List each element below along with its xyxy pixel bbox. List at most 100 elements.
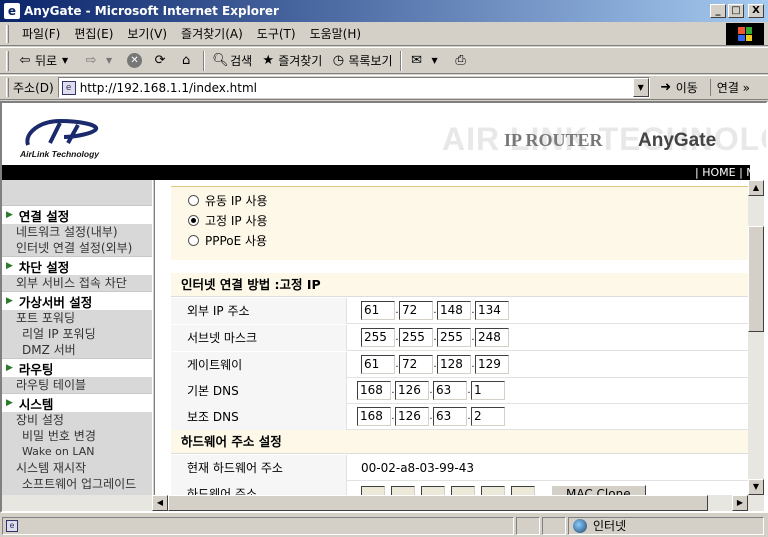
nav-horizontal-scrollbar[interactable]	[2, 495, 152, 511]
radio-static-ip[interactable]: 고정 IP 사용	[188, 210, 748, 230]
scroll-up-icon[interactable]: ▲	[748, 180, 764, 196]
back-button[interactable]: ⇦ 뒤로 ▼	[13, 50, 79, 72]
menu-bar: 파일(F) 편집(E) 보기(V) 즐겨찾기(A) 도구(T) 도움말(H)	[0, 22, 768, 46]
address-label: 주소(D)	[13, 81, 54, 95]
ip-octet-input[interactable]: 128	[437, 355, 471, 374]
go-button[interactable]: ➜ 이동	[658, 79, 698, 96]
home-button[interactable]: ⌂	[174, 50, 200, 72]
maximize-button[interactable]: □	[728, 4, 744, 18]
back-arrow-icon: ⇦	[19, 52, 31, 68]
scroll-right-icon[interactable]: ▶	[732, 495, 748, 511]
row-primary-dns: 기본 DNS 168. 126. 63. 1	[171, 377, 748, 404]
stop-button[interactable]: ✕	[123, 50, 148, 72]
ip-octet-input[interactable]: 63	[433, 381, 467, 400]
ip-octet-input[interactable]: 168	[357, 407, 391, 426]
nav-item-upgrade[interactable]: 소프트웨어 업그레이드	[2, 476, 152, 492]
menu-edit[interactable]: 편집(E)	[67, 25, 120, 42]
main-content: 유동 IP 사용 고정 IP 사용 PPPoE 사용 인터넷 연결 방법 :고정…	[155, 180, 748, 511]
top-links[interactable]: | HOME | MA	[695, 165, 763, 180]
ip-octet-input[interactable]: 72	[399, 355, 433, 374]
nav-item-service-block[interactable]: 외부 서비스 접속 차단	[2, 275, 152, 291]
row-label: 외부 IP 주소	[171, 297, 347, 324]
windows-logo	[726, 23, 764, 45]
history-button[interactable]: ◷ 목록보기	[326, 50, 396, 72]
ip-octet-input[interactable]: 1	[471, 381, 505, 400]
triangle-right-icon: ▶	[6, 210, 13, 220]
triangle-right-icon: ▶	[6, 398, 13, 408]
banner-product: IP ROUTER	[504, 130, 603, 150]
ip-octet-input[interactable]: 61	[361, 301, 395, 320]
row-current-hw-address: 현재 하드웨어 주소 00-02-a8-03-99-43	[171, 454, 748, 481]
window-title: AnyGate - Microsoft Internet Explorer	[24, 4, 279, 18]
toolbar-grip[interactable]	[6, 50, 9, 71]
ip-octet-input[interactable]: 126	[395, 381, 429, 400]
airlink-logo[interactable]: AirLink Technology	[20, 115, 130, 161]
radio-dynamic[interactable]	[188, 194, 199, 206]
ip-octet-input[interactable]: 61	[361, 355, 395, 374]
nav-item-restart[interactable]: 시스템 재시작	[2, 460, 152, 476]
mail-button[interactable]: ✉ ▼	[405, 50, 449, 72]
nav-item-device-settings[interactable]: 장비 설정	[2, 412, 152, 428]
ip-octet-input[interactable]: 148	[437, 301, 471, 320]
refresh-button[interactable]: ⟳	[148, 50, 174, 72]
forward-button[interactable]: ⇨ ▼	[79, 50, 123, 72]
favorites-button[interactable]: ★ 즐겨찾기	[256, 50, 326, 72]
horizontal-scroll-thumb[interactable]	[168, 495, 708, 511]
radio-pppoe-button[interactable]	[188, 234, 199, 246]
title-bar: e AnyGate - Microsoft Internet Explorer …	[0, 0, 768, 22]
ip-octet-input[interactable]: 134	[475, 301, 509, 320]
radio-pppoe[interactable]: PPPoE 사용	[188, 230, 748, 250]
nav-section-connection[interactable]: ▶ 연결 설정	[2, 205, 152, 224]
nav-item-routing-table[interactable]: 라우팅 테이블	[2, 377, 152, 393]
radio-static[interactable]	[188, 214, 199, 226]
ip-octet-input[interactable]: 248	[475, 328, 509, 347]
ip-octet-input[interactable]: 63	[433, 407, 467, 426]
nav-item-wan[interactable]: 인터넷 연결 설정(외부)	[2, 240, 152, 256]
menu-favorites[interactable]: 즐겨찾기(A)	[174, 25, 250, 42]
close-button[interactable]: X	[748, 4, 764, 18]
row-label: 서브넷 마스크	[171, 324, 347, 351]
ip-octet-input[interactable]: 255	[361, 328, 395, 347]
address-input[interactable]: e http://192.168.1.1/index.html ▼	[57, 77, 650, 98]
address-url[interactable]: http://192.168.1.1/index.html	[80, 81, 257, 95]
nav-item-password[interactable]: 비밀 번호 변경	[2, 428, 152, 444]
menu-help[interactable]: 도움말(H)	[303, 25, 369, 42]
nav-section-system[interactable]: ▶ 시스템	[2, 393, 152, 412]
vertical-scrollbar[interactable]: ▲ ▼	[748, 180, 764, 495]
radio-dynamic-ip[interactable]: 유동 IP 사용	[188, 190, 748, 210]
forward-dropdown-icon[interactable]: ▼	[101, 53, 117, 69]
horizontal-scrollbar[interactable]: ◀ ▶	[152, 495, 764, 511]
menu-file[interactable]: 파일(F)	[15, 25, 67, 42]
ip-octet-input[interactable]: 168	[357, 381, 391, 400]
zone-label: 인터넷	[593, 519, 627, 533]
links-button[interactable]: 연결 »	[709, 79, 750, 96]
address-dropdown-icon[interactable]: ▼	[632, 78, 649, 97]
search-button[interactable]: 🔍︎ 검색	[208, 50, 256, 72]
address-grip[interactable]	[6, 78, 9, 97]
print-button[interactable]: ⎙	[449, 50, 475, 72]
menu-view[interactable]: 보기(V)	[120, 25, 174, 42]
nav-section-block[interactable]: ▶ 차단 설정	[2, 256, 152, 275]
standard-toolbar: ⇦ 뒤로 ▼ ⇨ ▼ ✕ ⟳ ⌂ 🔍︎ 검색 ★ 즐겨찾기 ◷ 목록보기 ✉ ▼…	[0, 47, 768, 74]
nav-item-real-ip[interactable]: 리얼 IP 포워딩	[2, 326, 152, 342]
back-dropdown-icon[interactable]: ▼	[57, 53, 73, 69]
nav-item-port-forwarding[interactable]: 포트 포워딩	[2, 310, 152, 326]
scroll-down-icon[interactable]: ▼	[748, 479, 764, 495]
ip-octet-input[interactable]: 2	[471, 407, 505, 426]
ip-octet-input[interactable]: 129	[475, 355, 509, 374]
ip-octet-input[interactable]: 126	[395, 407, 429, 426]
nav-item-dmz[interactable]: DMZ 서버	[2, 342, 152, 358]
ip-octet-input[interactable]: 255	[437, 328, 471, 347]
menu-tools[interactable]: 도구(T)	[250, 25, 303, 42]
nav-section-virtual-server[interactable]: ▶ 가상서버 설정	[2, 291, 152, 310]
vertical-scroll-thumb[interactable]	[748, 226, 764, 332]
ip-octet-input[interactable]: 72	[399, 301, 433, 320]
nav-section-routing[interactable]: ▶ 라우팅	[2, 358, 152, 377]
mail-dropdown-icon[interactable]: ▼	[427, 53, 443, 69]
nav-item-wake-on-lan[interactable]: Wake on LAN	[2, 444, 152, 460]
scroll-left-icon[interactable]: ◀	[152, 495, 168, 511]
menu-grip[interactable]	[6, 24, 9, 43]
nav-item-lan[interactable]: 네트워크 설정(내부)	[2, 224, 152, 240]
minimize-button[interactable]: _	[710, 4, 726, 18]
ip-octet-input[interactable]: 255	[399, 328, 433, 347]
